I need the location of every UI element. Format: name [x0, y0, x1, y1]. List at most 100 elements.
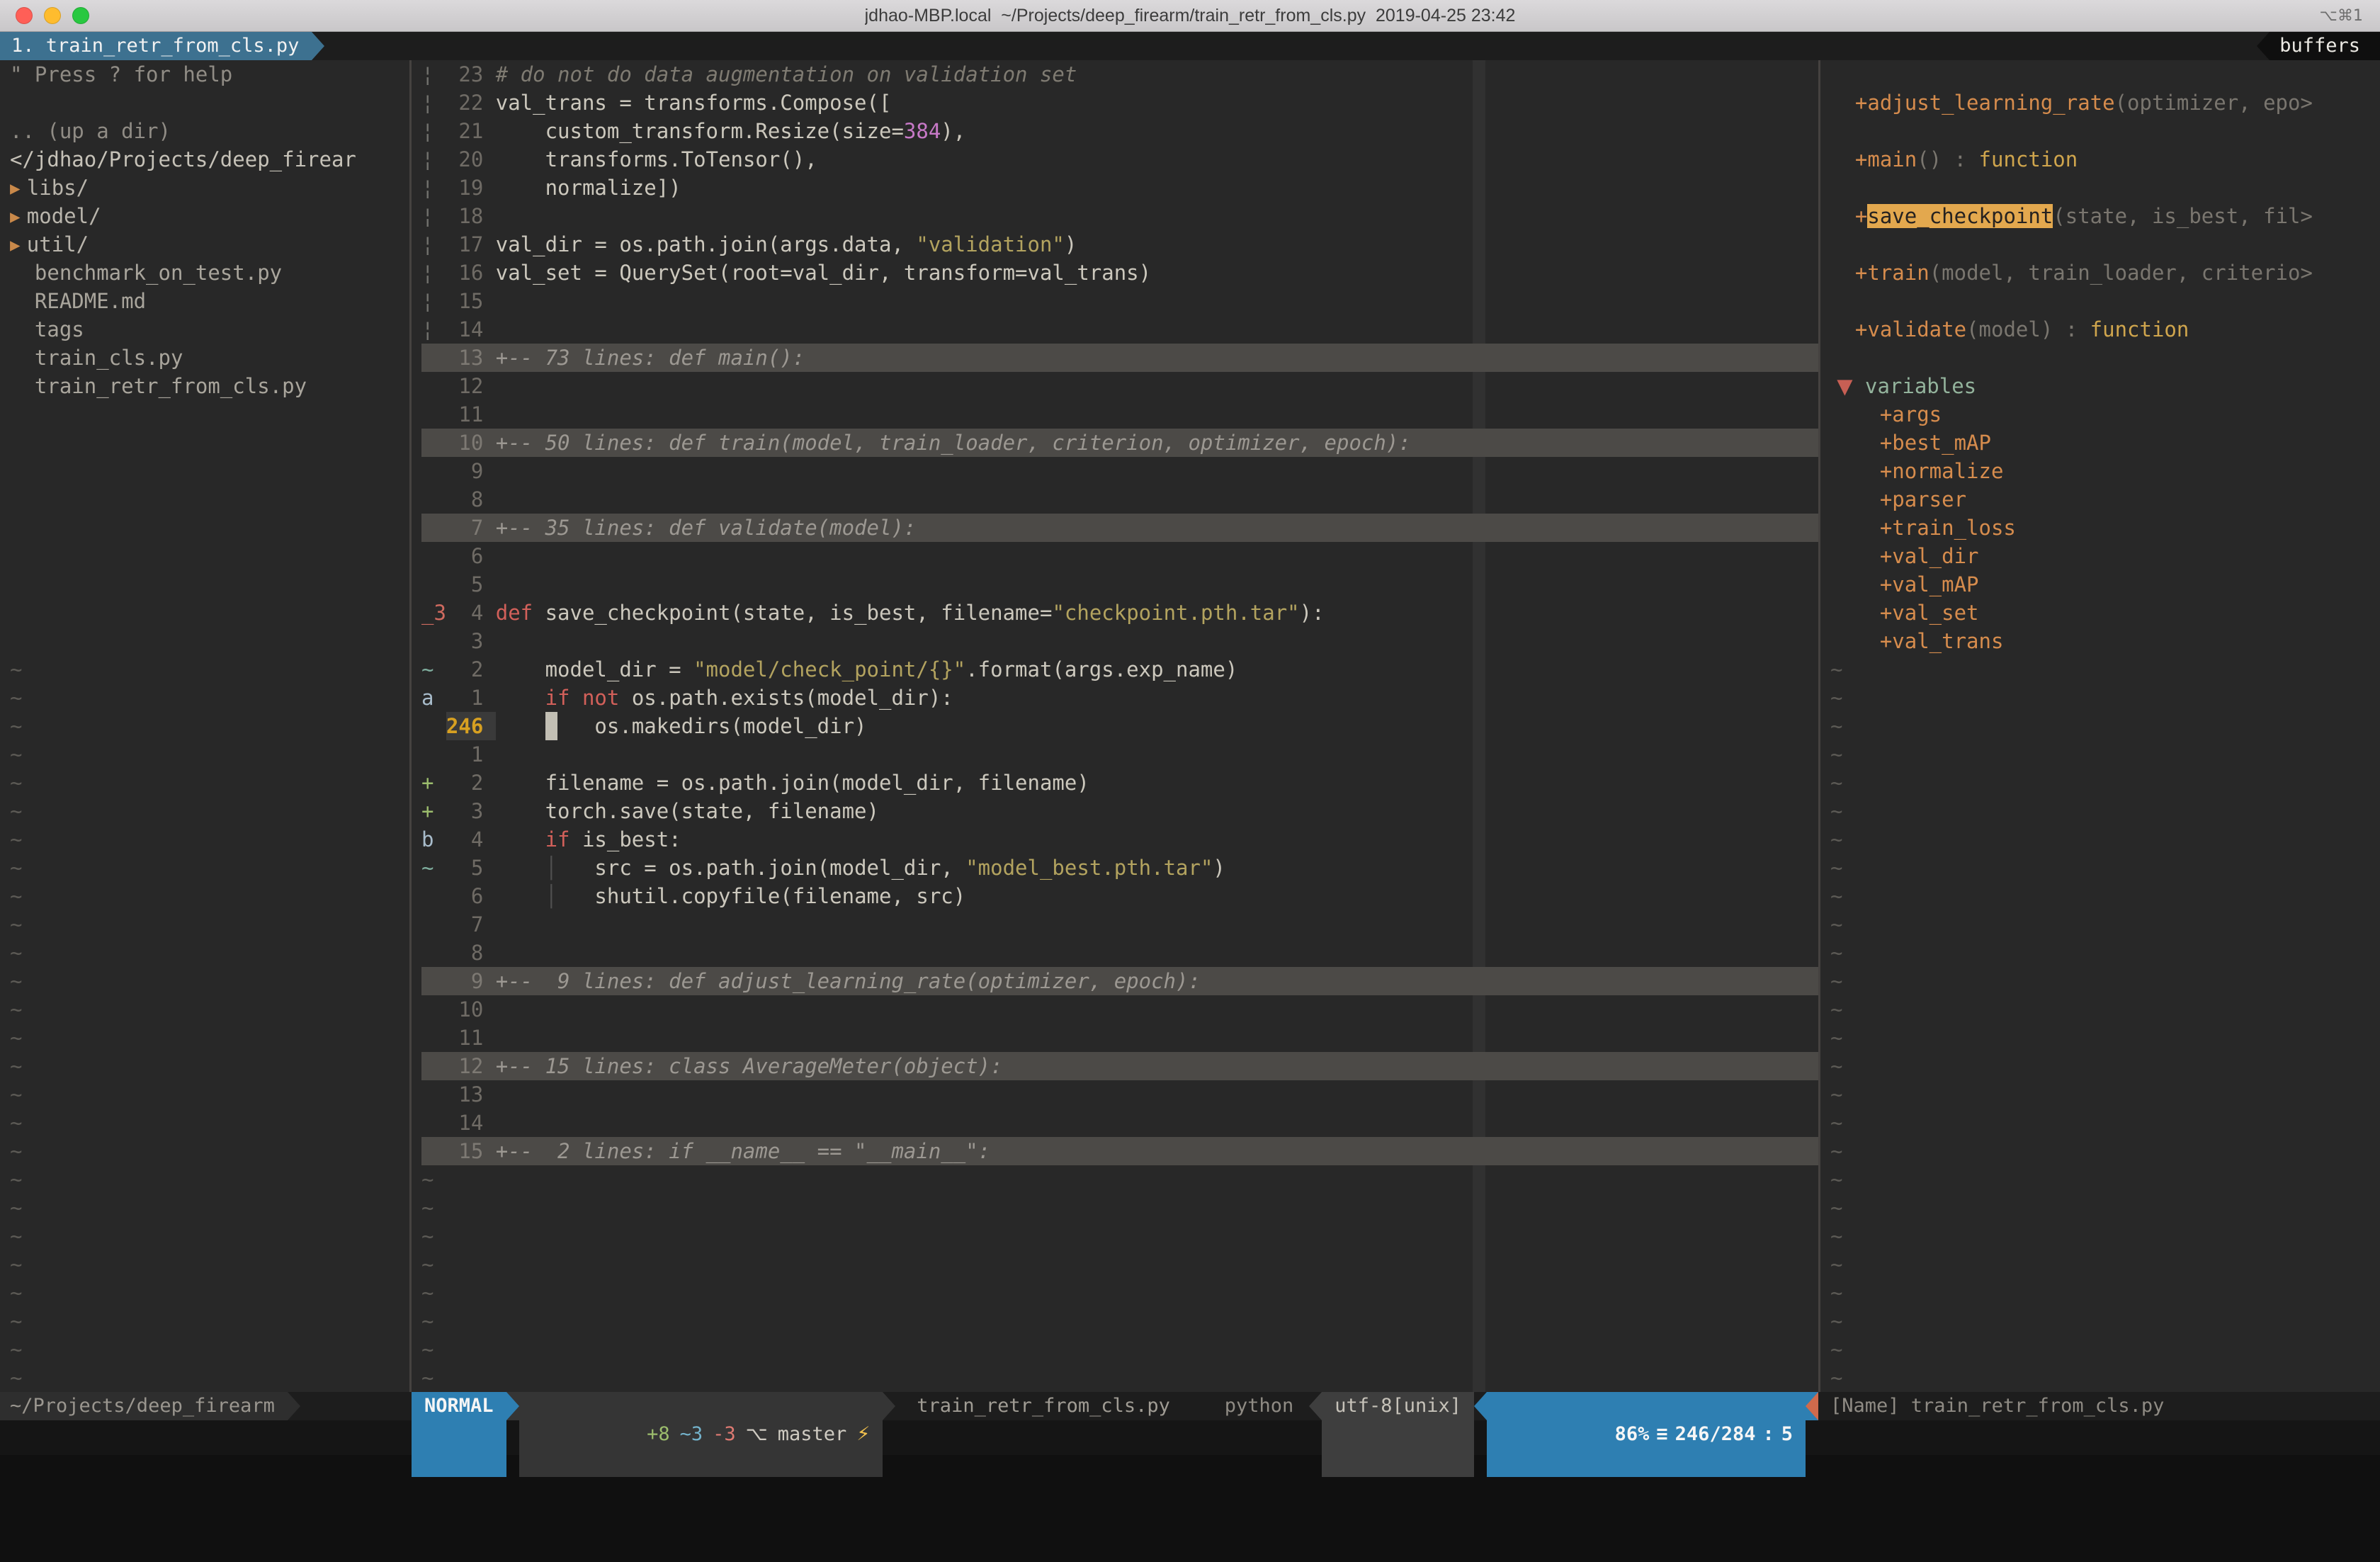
tree-row[interactable]: README.md — [10, 287, 409, 315]
code-line[interactable]: 8 — [421, 939, 1818, 967]
code-line[interactable]: a1 if not os.path.exists(model_dir): — [421, 684, 1818, 712]
tree-row[interactable]: tags — [10, 315, 409, 344]
tilde-marker: ~ — [1830, 1281, 1842, 1305]
tag-row[interactable] — [1830, 344, 2380, 372]
code-line[interactable]: 6 │ shutil.copyfile(filename, src) — [421, 882, 1818, 910]
tag-row[interactable] — [1830, 174, 2380, 202]
code-line[interactable]: 9 — [421, 457, 1818, 485]
code-line[interactable]: 13 — [421, 1080, 1818, 1109]
tag-row[interactable]: +val_mAP — [1830, 570, 2380, 599]
tree-row[interactable] — [10, 457, 409, 485]
line-number-spacer — [483, 854, 495, 882]
zoom-button[interactable] — [72, 7, 89, 24]
gutter-sign — [421, 1137, 446, 1165]
code-line[interactable]: _34 def save_checkpoint(state, is_best, … — [421, 599, 1818, 627]
code-line[interactable]: 8 — [421, 485, 1818, 514]
line-number-spacer — [483, 372, 495, 400]
tag-row[interactable] — [1830, 60, 2380, 89]
tag-row[interactable]: +parser — [1830, 485, 2380, 514]
tag-row[interactable]: +val_set — [1830, 599, 2380, 627]
tag-row[interactable]: +best_mAP — [1830, 429, 2380, 457]
tag-row[interactable]: +val_dir — [1830, 542, 2380, 570]
code-line[interactable]: 14 — [421, 1109, 1818, 1137]
code-line[interactable]: ¦22 val_trans = transforms.Compose([ — [421, 89, 1818, 117]
code-line[interactable]: ~2 model_dir = "model/check_point/{}".fo… — [421, 655, 1818, 684]
code-line[interactable]: +3 torch.save(state, filename) — [421, 797, 1818, 825]
tree-row[interactable]: train_cls.py — [10, 344, 409, 372]
tag-row[interactable] — [1830, 117, 2380, 145]
tree-row[interactable] — [10, 400, 409, 429]
tag-row[interactable]: +train_loss — [1830, 514, 2380, 542]
tree-row[interactable]: " Press ? for help — [10, 60, 409, 89]
tag-row[interactable]: +adjust_learning_rate(optimizer, epo> — [1830, 89, 2380, 117]
code-line[interactable]: 10 — [421, 995, 1818, 1024]
tab-train-retr-from-cls[interactable]: 1. train_retr_from_cls.py — [0, 32, 312, 60]
code-line[interactable]: 9 +-- 9 lines: def adjust_learning_rate(… — [421, 967, 1818, 995]
tree-row[interactable] — [10, 542, 409, 570]
code-line[interactable]: 11 — [421, 400, 1818, 429]
code-line[interactable]: ¦15 — [421, 287, 1818, 315]
tree-row[interactable]: .. (up a dir) — [10, 117, 409, 145]
tag-row[interactable]: +val_trans — [1830, 627, 2380, 655]
minimize-button[interactable] — [44, 7, 61, 24]
command-line[interactable] — [0, 1420, 2380, 1455]
tree-row[interactable]: </jdhao/Projects/deep_firear — [10, 145, 409, 174]
code-line[interactable]: 15 +-- 2 lines: if __name__ == "__main__… — [421, 1137, 1818, 1165]
code-line[interactable]: 5 — [421, 570, 1818, 599]
tree-row[interactable]: ▸ libs/ — [10, 174, 409, 202]
code-line[interactable]: ¦19 normalize]) — [421, 174, 1818, 202]
code-line[interactable]: ~5 │ src = os.path.join(model_dir, "mode… — [421, 854, 1818, 882]
code-line[interactable]: 12 — [421, 372, 1818, 400]
tilde-marker: ~ — [10, 1139, 22, 1163]
code-line[interactable]: 10 +-- 50 lines: def train(model, train_… — [421, 429, 1818, 457]
tag-row[interactable]: +normalize — [1830, 457, 2380, 485]
tree-row[interactable] — [10, 89, 409, 117]
tag-row[interactable]: +validate(model) : function — [1830, 315, 2380, 344]
code-line[interactable]: 1 — [421, 740, 1818, 769]
code-line[interactable]: 12 +-- 15 lines: class AverageMeter(obje… — [421, 1052, 1818, 1080]
tree-row[interactable] — [10, 429, 409, 457]
code-line[interactable]: 246 os.makedirs(model_dir) — [421, 712, 1818, 740]
tilde-marker: ~ — [10, 1167, 22, 1192]
code-line[interactable]: 7 +-- 35 lines: def validate(model): — [421, 514, 1818, 542]
tree-row[interactable]: train_retr_from_cls.py — [10, 372, 409, 400]
tree-row[interactable]: ▸ util/ — [10, 230, 409, 259]
close-button[interactable] — [16, 7, 33, 24]
tree-row[interactable]: ▸ model/ — [10, 202, 409, 230]
code-line[interactable]: ¦20 transforms.ToTensor(), — [421, 145, 1818, 174]
code-line[interactable]: ¦14 — [421, 315, 1818, 344]
code-line[interactable]: 13 +-- 73 lines: def main(): — [421, 344, 1818, 372]
code-line[interactable]: 6 — [421, 542, 1818, 570]
code-line[interactable]: ¦17 val_dir = os.path.join(args.data, "v… — [421, 230, 1818, 259]
code-line[interactable]: ¦21 custom_transform.Resize(size=384), — [421, 117, 1818, 145]
code-line[interactable]: 7 — [421, 910, 1818, 939]
code-line[interactable]: 11 — [421, 1024, 1818, 1052]
tree-row[interactable] — [10, 485, 409, 514]
fold-text: +-- 50 lines: def train(model, train_loa… — [496, 431, 1411, 455]
tag-row[interactable]: ▼ variables — [1830, 372, 2380, 400]
tree-row[interactable] — [10, 599, 409, 627]
code-line[interactable]: ¦18 — [421, 202, 1818, 230]
line-number-spacer — [483, 174, 495, 202]
code-line[interactable]: ¦23 # do not do data augmentation on val… — [421, 60, 1818, 89]
tree-row[interactable] — [10, 570, 409, 599]
code-line[interactable]: 3 — [421, 627, 1818, 655]
tilde-marker: ~ — [1830, 1366, 1842, 1390]
tree-row[interactable] — [10, 514, 409, 542]
empty-buffer-line: ~ — [1830, 995, 2380, 1024]
fold-text: +-- 9 lines: def adjust_learning_rate(op… — [496, 969, 1201, 993]
tag-row[interactable] — [1830, 230, 2380, 259]
tag-row[interactable]: +main() : function — [1830, 145, 2380, 174]
code-line[interactable]: +2 filename = os.path.join(model_dir, fi… — [421, 769, 1818, 797]
code-line[interactable]: b4 if is_best: — [421, 825, 1818, 854]
tag-row[interactable]: +args — [1830, 400, 2380, 429]
empty-buffer-line: ~ — [1830, 684, 2380, 712]
tree-row[interactable]: benchmark_on_test.py — [10, 259, 409, 287]
empty-buffer-line: ~ — [421, 1194, 1818, 1222]
tree-row[interactable] — [10, 627, 409, 655]
tag-row[interactable]: +train(model, train_loader, criterio> — [1830, 259, 2380, 287]
line-number-spacer — [483, 939, 495, 967]
tag-row[interactable] — [1830, 287, 2380, 315]
code-line[interactable]: ¦16 val_set = QuerySet(root=val_dir, tra… — [421, 259, 1818, 287]
tag-row[interactable]: +save_checkpoint(state, is_best, fil> — [1830, 202, 2380, 230]
